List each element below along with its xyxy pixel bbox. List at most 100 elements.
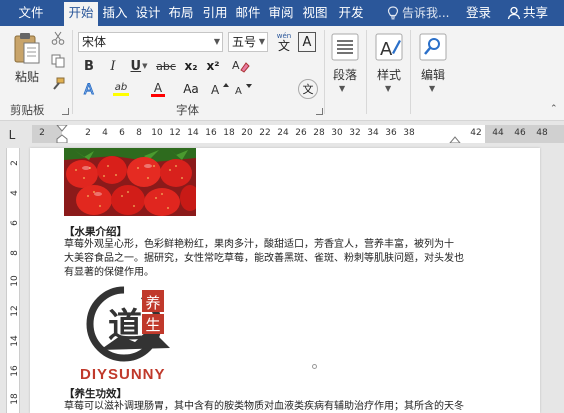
group-divider xyxy=(366,30,367,114)
share-label: 共享 xyxy=(523,5,549,20)
strikethrough-button[interactable]: abc xyxy=(154,56,178,76)
tab-design[interactable]: 设计 xyxy=(133,0,163,26)
logo-image[interactable]: 道 养生 DIYSUNNY xyxy=(80,284,190,384)
paragraph-line[interactable]: 草莓外观呈心形，色彩鲜艳粉红，果肉多汁，酸甜适口，芳香宜人，营养丰富，被列为十 xyxy=(64,238,504,252)
tab-references[interactable]: 引用 xyxy=(200,0,230,26)
chevron-down-icon: ▼ xyxy=(385,84,392,93)
font-launcher-icon[interactable] xyxy=(316,108,323,115)
logo-text: DIYSUNNY xyxy=(80,366,166,383)
grow-font-button[interactable]: A xyxy=(210,79,230,99)
person-icon xyxy=(507,6,521,20)
paragraph-line[interactable]: 有显著的保健作用。 xyxy=(64,266,504,280)
clipboard-group-label: 剪贴板 xyxy=(10,103,45,117)
group-divider xyxy=(72,30,73,114)
underline-button[interactable]: U ▼ xyxy=(128,56,150,76)
text-effects-button[interactable]: A xyxy=(80,79,102,99)
ruler-number: 26 xyxy=(295,128,307,138)
svg-text:A: A xyxy=(84,82,94,97)
character-border-button[interactable]: A xyxy=(298,32,316,52)
strawberry-image[interactable] xyxy=(64,148,196,216)
chevron-down-icon: ▼ xyxy=(429,84,436,93)
font-size-value: 五号 xyxy=(232,35,257,49)
tab-mailings[interactable]: 邮件 xyxy=(233,0,263,26)
vruler-number: 14 xyxy=(10,335,20,347)
ruler-number: 24 xyxy=(277,128,289,138)
ribbon-home: 粘贴 剪贴板 宋体 ▼ 五号 ▼ wén 文 A B I U ▼ abc x₂ … xyxy=(0,26,564,121)
character-border-label: A xyxy=(302,34,312,50)
vruler-number: 16 xyxy=(10,365,20,377)
anchor-icon[interactable] xyxy=(312,364,317,369)
italic-button[interactable]: I xyxy=(104,56,122,76)
enclose-char-glyph: 文 xyxy=(302,83,314,96)
paintbrush-icon xyxy=(53,77,65,90)
vruler-number: 10 xyxy=(10,275,20,287)
vruler-number: 6 xyxy=(10,220,20,226)
svg-text:A: A xyxy=(232,59,240,72)
eraser-icon: A xyxy=(232,59,250,73)
align-lines-icon xyxy=(331,33,359,61)
underline-label: U xyxy=(130,58,142,74)
tell-me-text: 告诉我... xyxy=(402,6,450,20)
font-group-label: 字体 xyxy=(176,103,199,117)
tab-file[interactable]: 文件 xyxy=(4,0,58,26)
paragraph-line[interactable]: 大美容食品之一。据研究，女性常吃草莓，能改善黑斑、雀斑、粉刺等肌肤问题，对头发也 xyxy=(64,252,504,266)
editing-button[interactable] xyxy=(418,30,448,64)
indent-marker-icon[interactable] xyxy=(56,125,68,143)
clear-formatting-button[interactable]: A xyxy=(230,56,252,76)
share-button[interactable]: 共享 xyxy=(503,0,564,26)
enclose-characters-button[interactable]: 文 xyxy=(298,79,318,99)
login-button[interactable]: 登录 xyxy=(466,0,491,26)
svg-text:A: A xyxy=(211,83,220,97)
bold-button[interactable]: B xyxy=(80,56,98,76)
shrink-font-button[interactable]: A xyxy=(234,79,254,99)
document-page[interactable]: 【水果介绍】 草莓外观呈心形，色彩鲜艳粉红，果肉多汁，酸甜适口，芳香宜人，营养丰… xyxy=(30,148,540,413)
ruler-number: 10 xyxy=(151,128,163,138)
highlight-color-button[interactable]: ab xyxy=(108,79,134,99)
clipboard-launcher-icon[interactable] xyxy=(62,108,69,115)
phonetic-char: 文 xyxy=(277,38,290,53)
styles-icon: A xyxy=(375,33,403,61)
tab-review[interactable]: 审阅 xyxy=(266,0,296,26)
tab-insert[interactable]: 插入 xyxy=(100,0,130,26)
format-painter-button[interactable] xyxy=(50,76,66,92)
section-heading[interactable]: 【水果介绍】 xyxy=(64,224,127,239)
vruler-number: 4 xyxy=(10,190,20,196)
section-heading[interactable]: 【养生功效】 xyxy=(64,386,127,401)
font-name-select[interactable]: 宋体 ▼ xyxy=(78,32,223,52)
group-divider xyxy=(410,30,411,114)
paragraph-line[interactable]: 草莓可以滋补调理肠胃，其中含有的胺类物质对血液类疾病有辅助治疗作用；其所含的天冬 xyxy=(64,400,524,413)
tell-me-box[interactable]: 告诉我... xyxy=(387,0,449,26)
tab-selector[interactable]: L xyxy=(2,126,22,144)
change-case-button[interactable]: Aa xyxy=(178,79,204,99)
vertical-ruler[interactable]: 2 4 6 8 10 12 14 16 18 xyxy=(6,148,20,413)
paragraph-button[interactable] xyxy=(330,30,360,64)
svg-text:A: A xyxy=(380,39,393,60)
right-indent-marker-icon[interactable] xyxy=(449,135,461,143)
tab-view[interactable]: 视图 xyxy=(300,0,330,26)
horizontal-ruler[interactable]: 2 2 4 6 8 10 12 14 16 18 20 22 24 26 28 … xyxy=(32,125,564,143)
highlight-swatch xyxy=(113,93,129,96)
font-size-select[interactable]: 五号 ▼ xyxy=(228,32,268,52)
grow-font-icon: A xyxy=(211,83,229,97)
ribbon-tab-bar: 文件 开始 插入 设计 布局 引用 邮件 审阅 视图 开发 告诉我... 登录 … xyxy=(0,0,564,26)
ruler-number: 20 xyxy=(241,128,253,138)
copy-button[interactable] xyxy=(50,53,66,69)
ruler-number: 42 xyxy=(470,128,482,138)
chevron-down-icon: ▼ xyxy=(339,84,346,93)
collapse-ribbon-icon[interactable]: ⌃ xyxy=(550,104,558,114)
phonetic-guide-button[interactable]: wén 文 xyxy=(274,30,294,54)
styles-button[interactable]: A xyxy=(374,30,404,64)
tab-developer[interactable]: 开发 xyxy=(334,0,368,26)
tab-home[interactable]: 开始 xyxy=(64,2,98,26)
font-color-button[interactable]: A xyxy=(146,79,170,99)
ruler-number: 12 xyxy=(169,128,181,138)
vertical-scrollbar[interactable] xyxy=(548,148,564,413)
svg-text:A: A xyxy=(235,86,242,97)
tab-layout[interactable]: 布局 xyxy=(166,0,196,26)
cut-button[interactable] xyxy=(50,30,66,46)
paste-button[interactable] xyxy=(10,30,44,66)
paragraph-label: 段落 xyxy=(332,68,357,82)
subscript-button[interactable]: x₂ xyxy=(182,56,200,76)
ruler-number: 32 xyxy=(349,128,361,138)
superscript-button[interactable]: x² xyxy=(204,56,222,76)
